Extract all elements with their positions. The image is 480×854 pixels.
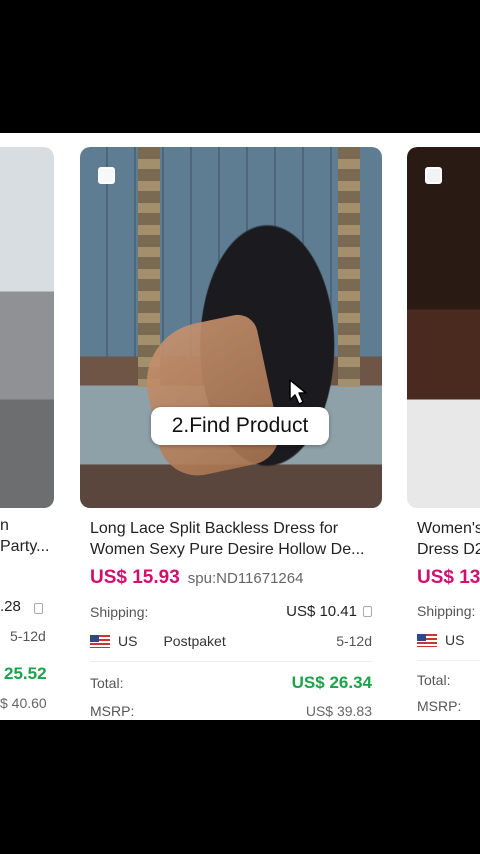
left-total: 25.52	[4, 664, 47, 683]
total-label: Total:	[417, 672, 451, 688]
shipping-country: US	[445, 632, 465, 648]
right-title-line-2: Dress D2	[417, 541, 480, 558]
divider	[90, 661, 372, 662]
decor-pillar	[338, 147, 360, 387]
right-title-line-1: Women's	[417, 520, 480, 537]
total-label: Total:	[90, 675, 124, 691]
delivery-days: 5-12d	[336, 633, 372, 649]
pointer-cursor-icon	[289, 379, 307, 405]
left-title-line-1: n	[0, 517, 9, 534]
product-carousel[interactable]: n Party... .28 5-12d 25.52 $ 40.60 Long …	[0, 133, 480, 720]
shipping-carrier[interactable]: Postpaket	[163, 633, 225, 649]
product-image[interactable]	[407, 147, 480, 508]
copy-icon[interactable]	[363, 606, 372, 617]
shipping-label: Shipping:	[90, 603, 149, 620]
left-msrp: $ 40.60	[0, 695, 47, 711]
shipping-country: US	[118, 633, 138, 649]
product-card-right[interactable]: Women's Dress D2 US$ 13 Shipping: US Tot…	[407, 147, 480, 719]
msrp-label: MSRP:	[417, 698, 462, 714]
product-price: US$ 13	[417, 567, 480, 588]
shipping-label: Shipping:	[417, 603, 476, 619]
product-title[interactable]: Long Lace Split Backless Dress for Women…	[80, 508, 382, 560]
us-flag-icon	[90, 634, 110, 648]
step-label: 2.Find Product	[151, 407, 329, 445]
product-title[interactable]: Women's Dress D2	[407, 508, 480, 560]
product-price: US$ 15.93	[90, 567, 180, 588]
msrp-value: US$ 39.83	[305, 703, 372, 719]
left-title-line-2: Party...	[0, 538, 50, 555]
left-days: 5-12d	[10, 628, 46, 644]
msrp-label: MSRP:	[90, 703, 135, 719]
select-checkbox[interactable]	[425, 167, 442, 184]
divider	[417, 660, 480, 661]
product-spu: spu:ND11671264	[187, 570, 304, 587]
screen: n Party... .28 5-12d 25.52 $ 40.60 Long …	[0, 0, 480, 854]
total-value: US$ 26.34	[291, 673, 372, 692]
left-shipping-value: .28	[0, 598, 21, 615]
product-image[interactable]	[0, 147, 54, 508]
select-checkbox[interactable]	[98, 167, 115, 184]
us-flag-icon	[417, 633, 437, 647]
product-image[interactable]	[80, 147, 382, 508]
copy-icon[interactable]	[34, 603, 43, 614]
shipping-value: US$ 10.41	[286, 603, 357, 620]
